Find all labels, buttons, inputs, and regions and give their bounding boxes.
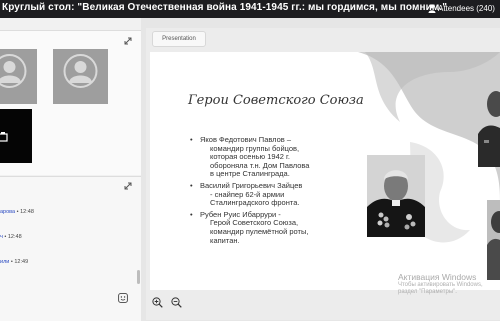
participant-tile[interactable] <box>0 49 37 104</box>
chat-time: 12:48 <box>7 234 22 240</box>
chat-scrollbar[interactable] <box>137 270 140 284</box>
portrait-photo <box>487 200 500 280</box>
chat-message: ч • 12:48 <box>0 234 22 240</box>
presentation-slide: Герои Советского Союза • Яков Федотович … <box>150 52 500 290</box>
chat-message: арова • 12:48 <box>0 209 34 215</box>
slide-title: Герои Советского Союза <box>188 93 364 108</box>
expand-icon[interactable] <box>123 181 133 191</box>
expand-icon[interactable] <box>123 36 133 46</box>
chat-time: 12:48 <box>20 209 34 215</box>
bullet-line: капитан. <box>210 235 240 245</box>
emoji-icon[interactable] <box>118 293 128 303</box>
participant-tile[interactable] <box>53 49 108 104</box>
bullet-dot: • <box>190 209 193 219</box>
participant-video[interactable] <box>0 109 32 163</box>
watermark-text: раздел "Параметры". <box>398 289 457 295</box>
bullet-line: в центре Сталинграда. <box>210 169 290 179</box>
person-icon <box>428 4 436 13</box>
slide-bullet: • Яков Федотович Павлов – командир групп… <box>188 135 368 179</box>
camera-off-icon <box>0 132 8 142</box>
watermark-heading: Активация Windows <box>398 272 477 282</box>
avatar-placeholder-icon <box>0 54 27 88</box>
zoom-in-icon[interactable] <box>152 297 163 308</box>
chat-time: 12:49 <box>14 259 29 265</box>
bullet-dot: • <box>190 135 193 144</box>
chat-panel: арова • 12:48 ч • 12:48 или • 12:49 <box>0 176 141 321</box>
portrait-photo <box>367 155 425 237</box>
attendees-button[interactable]: Attendees (240) <box>438 4 495 13</box>
chat-message: или • 12:49 <box>0 259 28 265</box>
bullet-dot: • <box>190 180 193 190</box>
bullet-line: Сталинградского фронта. <box>210 198 300 208</box>
chat-author[interactable]: или <box>0 259 9 265</box>
slide-bullet: • Рубен Руис Ибаррури - Герой Советского… <box>188 209 368 245</box>
zoom-out-icon[interactable] <box>171 297 182 308</box>
windows-activation-watermark: Активация Windows Чтобы активировать Win… <box>398 272 500 296</box>
meeting-title: Круглый стол: "Великая Отечественная вой… <box>2 2 448 13</box>
portrait-photo <box>478 72 500 167</box>
chat-author[interactable]: ч <box>0 234 3 240</box>
video-panel <box>0 30 141 175</box>
slide-bullet: • Василий Григорьевич Зайцев - снайпер 6… <box>188 180 368 208</box>
slide-bullet-list: • Яков Федотович Павлов – командир групп… <box>188 135 368 248</box>
avatar-placeholder-icon <box>63 54 98 88</box>
tab-presentation[interactable]: Presentation <box>152 31 206 47</box>
watermark-text: Чтобы активировать Windows, <box>398 282 483 288</box>
top-bar: Круглый стол: "Великая Отечественная вой… <box>0 0 500 18</box>
chat-author[interactable]: арова <box>0 209 15 215</box>
